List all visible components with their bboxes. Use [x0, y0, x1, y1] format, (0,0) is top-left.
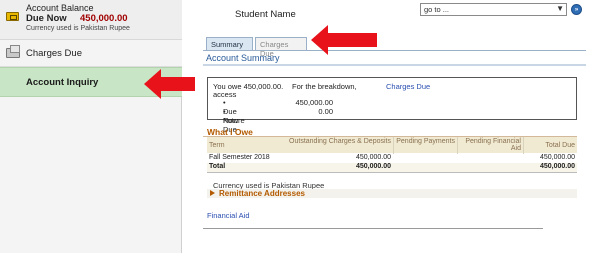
bullet-value: 450,000.00	[295, 98, 333, 107]
column-header: Term	[209, 142, 225, 149]
sidebar-item-charges-due[interactable]: Charges Due	[0, 40, 182, 67]
goto-select[interactable]: go to ... ▼	[420, 3, 567, 16]
cell-total-due: 450,000.00	[539, 154, 575, 161]
column-header: Total Due	[545, 142, 575, 149]
tab-summary[interactable]: Summary	[206, 37, 253, 50]
table-row: Total 450,000.00 450,000.00	[207, 163, 577, 172]
student-name: Student Name	[235, 9, 296, 20]
account-summary-title: Account Summary	[206, 53, 280, 63]
table-divider	[207, 172, 577, 173]
due-now-amount: 450,000.00	[80, 13, 128, 24]
bullet-value: 0.00	[318, 107, 333, 116]
cell-outstanding: 450,000.00	[355, 154, 391, 161]
main-content: Student Name go to ... ▼ » Summary Charg…	[183, 0, 590, 253]
divider	[203, 228, 543, 229]
expand-arrow-icon	[210, 190, 215, 196]
remittance-addresses-label: Remittance Addresses	[219, 189, 305, 198]
cell-term: Total	[209, 163, 226, 170]
breakdown-text: For the breakdown,	[292, 82, 357, 91]
charges-icon	[6, 45, 20, 58]
sidebar: Account Balance Due Now 450,000.00 Curre…	[0, 0, 182, 253]
financial-aid-link[interactable]: Financial Aid	[207, 211, 250, 220]
cell-outstanding: 450,000.00	[355, 163, 391, 170]
goto-button[interactable]: »	[571, 4, 582, 15]
table-row: Fall Semester 2018 450,000.00 450,000.00	[207, 154, 577, 163]
currency-note: Currency used is Pakistan Rupee	[26, 25, 130, 32]
wallet-icon	[6, 12, 19, 21]
sidebar-item-label: Account Inquiry	[26, 77, 99, 88]
annotation-arrow	[144, 69, 195, 99]
account-balance-title: Account Balance	[26, 3, 94, 13]
account-balance-panel: Account Balance Due Now 450,000.00 Curre…	[0, 0, 182, 40]
dropdown-arrow-icon: ▼	[556, 4, 564, 13]
due-now-label: Due Now	[26, 13, 67, 24]
charges-due-link[interactable]: Charges Due	[386, 82, 430, 91]
tab-charges-due[interactable]: Charges Due	[255, 37, 307, 58]
goto-selected-value: go to ...	[424, 5, 450, 14]
cell-total-due: 450,000.00	[539, 163, 575, 170]
section-divider	[203, 64, 586, 66]
remittance-addresses-toggle[interactable]: Remittance Addresses	[207, 189, 577, 198]
annotation-arrow	[311, 25, 377, 55]
column-header: Pending Payments	[396, 138, 455, 145]
cell-term: Fall Semester 2018	[209, 154, 270, 161]
sidebar-item-label: Charges Due	[26, 48, 82, 59]
summary-box: You owe 450,000.00. For the breakdown, C…	[207, 77, 577, 134]
table-header: Term Outstanding Charges & Deposits Pend…	[207, 137, 577, 153]
column-header: Outstanding Charges & Deposits	[289, 138, 391, 145]
column-header: Pending Financial Aid	[465, 138, 521, 152]
tab-divider	[203, 50, 586, 51]
